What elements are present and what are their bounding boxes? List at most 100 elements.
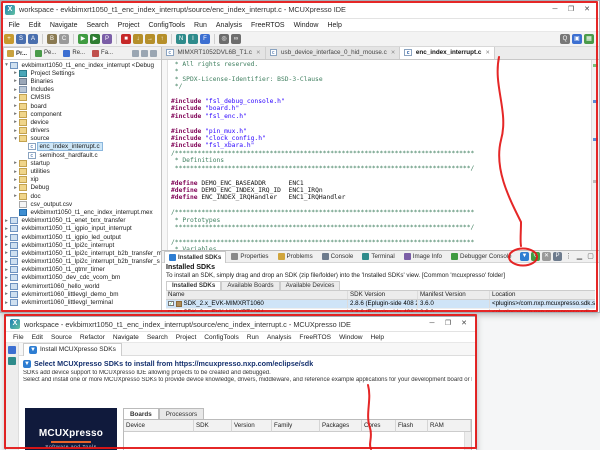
collapse-all-icon[interactable] bbox=[132, 49, 139, 57]
menu-analysis[interactable]: Analysis bbox=[211, 22, 246, 29]
collapsed-arrow-icon[interactable]: ▸ bbox=[12, 70, 19, 76]
collapsed-arrow-icon[interactable]: ▸ bbox=[12, 111, 19, 117]
collapsed-arrow-icon[interactable]: ▸ bbox=[3, 250, 10, 256]
menu-window[interactable]: Window bbox=[335, 334, 366, 341]
terminate-icon[interactable]: ■ bbox=[121, 34, 131, 44]
column-header-device[interactable]: Device bbox=[124, 420, 194, 432]
collapsed-arrow-icon[interactable]: ▸ bbox=[3, 300, 10, 306]
run-icon[interactable]: ▶ bbox=[90, 34, 100, 44]
view-menu-icon[interactable]: ⋮ bbox=[564, 252, 573, 261]
tree-item[interactable]: ▸ evkmimxrt1060_hello_world bbox=[1, 282, 161, 290]
collapsed-arrow-icon[interactable]: ▸ bbox=[12, 177, 19, 183]
column-header-packages[interactable]: Packages bbox=[320, 420, 362, 432]
minimize-button[interactable]: ─ bbox=[547, 3, 563, 17]
debug-icon[interactable]: ▶ bbox=[78, 34, 88, 44]
devices-table-body[interactable] bbox=[124, 432, 464, 450]
subtab-available-devices[interactable]: Available Devices bbox=[279, 280, 341, 290]
collapsed-arrow-icon[interactable]: ▸ bbox=[12, 119, 19, 125]
tab-installed-sdks[interactable]: Installed SDKs bbox=[164, 250, 227, 263]
menu-freertos[interactable]: FreeRTOS bbox=[246, 22, 289, 29]
collapsed-arrow-icon[interactable]: ▸ bbox=[12, 103, 19, 109]
menu-configtools[interactable]: ConfigTools bbox=[144, 22, 190, 29]
tree-item[interactable]: ▸ Binaries bbox=[1, 77, 161, 85]
sdk-checkbox[interactable]: ✓ bbox=[168, 309, 174, 312]
tab-mimxrt1052-file[interactable]: c MIMXRT1052DVL6B_T1.c ✕ bbox=[162, 47, 266, 59]
column-header-location[interactable]: Location bbox=[490, 291, 595, 299]
new-icon[interactable]: + bbox=[4, 34, 14, 44]
step-into-icon[interactable]: ↓ bbox=[133, 34, 143, 44]
tree-item[interactable]: ▸ board bbox=[1, 102, 161, 110]
sdk-row[interactable]: ✓ SDK_2.x_EVK-MIMXRT1064 2.8.6 (Eplugin-si… bbox=[166, 308, 595, 312]
menu-freertos[interactable]: FreeRTOS bbox=[295, 334, 335, 341]
collapsed-arrow-icon[interactable]: ▸ bbox=[12, 160, 19, 166]
install-sdk-icon[interactable]: ▼ bbox=[520, 252, 529, 261]
tree-item[interactable]: ▸ drivers bbox=[1, 127, 161, 135]
tab-terminal[interactable]: Terminal bbox=[358, 251, 398, 263]
column-header-sdk-version[interactable]: SDK Version bbox=[348, 290, 418, 299]
collapsed-arrow-icon[interactable]: ▸ bbox=[12, 95, 19, 101]
menu-navigate[interactable]: Navigate bbox=[109, 334, 143, 341]
maximize-button[interactable]: ❐ bbox=[563, 3, 579, 17]
tree-item[interactable]: evkbimxrt1050_t1_enc_index_interrupt.mex bbox=[1, 208, 161, 216]
tree-item[interactable]: ▸ Debug bbox=[1, 184, 161, 192]
tree-item[interactable]: ▾ source bbox=[1, 135, 161, 143]
titlebar[interactable]: X workspace - evkbimxrt1050_t1_enc_index… bbox=[1, 1, 599, 19]
save-icon[interactable]: S bbox=[16, 34, 26, 44]
minimize-button[interactable]: ─ bbox=[424, 317, 440, 331]
debug-perspective-icon[interactable]: ▦ bbox=[584, 34, 594, 44]
column-header-family[interactable]: Family bbox=[272, 420, 320, 432]
tree-item[interactable]: c enc_index_interrupt.c bbox=[1, 142, 161, 152]
tab-project-explorer[interactable]: Pr... bbox=[3, 47, 32, 59]
column-header-flash[interactable]: Flash bbox=[396, 420, 428, 432]
close-button[interactable]: ✕ bbox=[456, 317, 472, 331]
tree-item[interactable]: c semihost_hardfault.c bbox=[1, 151, 161, 159]
tree-item[interactable]: ▸ Project Settings bbox=[1, 69, 161, 77]
tree-item[interactable]: ▸ component bbox=[1, 110, 161, 118]
column-header-sdk[interactable]: SDK bbox=[194, 420, 232, 432]
expanded-arrow-icon[interactable]: ▾ bbox=[12, 136, 19, 142]
collapsed-arrow-icon[interactable]: ▸ bbox=[3, 259, 10, 265]
column-header-manifest-version[interactable]: Manifest Version bbox=[418, 290, 490, 299]
tab-faults[interactable]: Fa... bbox=[89, 47, 116, 59]
tab-registers[interactable]: Re... bbox=[60, 47, 88, 59]
collapsed-arrow-icon[interactable]: ▸ bbox=[12, 128, 19, 134]
collapsed-arrow-icon[interactable]: ▸ bbox=[12, 87, 19, 93]
overview-ruler[interactable] bbox=[591, 60, 599, 250]
tree-item[interactable]: ▸ evkbimxrt1050_t1_enet_txrx_transfer bbox=[1, 217, 161, 225]
close-tab-icon[interactable]: ✕ bbox=[391, 50, 396, 56]
installed-sdks-view-icon[interactable] bbox=[8, 357, 16, 365]
collapsed-arrow-icon[interactable]: ▸ bbox=[12, 78, 19, 84]
step-return-icon[interactable]: ↑ bbox=[157, 34, 167, 44]
menu-help[interactable]: Help bbox=[367, 334, 389, 341]
quick-access-icon[interactable]: Q bbox=[560, 34, 570, 44]
tab-console[interactable]: Console bbox=[318, 251, 358, 263]
tree-item[interactable]: ▸ evkmimxrt1060_littlevgl_terminal bbox=[1, 298, 161, 307]
clean-icon[interactable]: C bbox=[59, 34, 69, 44]
menu-file[interactable]: File bbox=[9, 334, 28, 341]
tab-debugger-console[interactable]: Debugger Console bbox=[447, 251, 516, 263]
menu-run[interactable]: Run bbox=[243, 334, 263, 341]
profile-icon[interactable]: P bbox=[102, 34, 112, 44]
pin-icon[interactable]: P bbox=[553, 252, 562, 261]
menu-search[interactable]: Search bbox=[143, 334, 172, 341]
column-header-ram[interactable]: RAM bbox=[428, 420, 471, 432]
tab-problems[interactable]: Problems bbox=[274, 251, 317, 263]
collapsed-arrow-icon[interactable]: ▸ bbox=[3, 283, 10, 289]
search-icon[interactable]: ◎ bbox=[219, 34, 229, 44]
tree-item[interactable]: ▸ xip bbox=[1, 176, 161, 184]
collapsed-arrow-icon[interactable]: ▸ bbox=[3, 291, 10, 297]
minimize-panel-icon[interactable]: ▁ bbox=[575, 252, 584, 261]
tab-properties[interactable]: Properties bbox=[227, 251, 272, 263]
tab-peripherals[interactable]: Pe... bbox=[32, 47, 59, 59]
clear-icon[interactable]: ✕ bbox=[542, 252, 551, 261]
collapsed-arrow-icon[interactable]: ▸ bbox=[12, 169, 19, 175]
menu-edit[interactable]: Edit bbox=[24, 22, 45, 29]
code-editor[interactable]: * All rights reserved. * * SPDX-License-… bbox=[162, 60, 599, 250]
tab-enc-index-file[interactable]: c enc_index_interrupt.c ✕ bbox=[400, 47, 495, 59]
tree-item[interactable]: ▸ evkmimxrt1060_littlevgl_demo_bm bbox=[1, 290, 161, 298]
menu-help[interactable]: Help bbox=[323, 22, 346, 29]
tree-item[interactable]: ▸ evkbimxrt1050_t1_lpi2c_interrupt_b2b_tr… bbox=[1, 258, 161, 266]
collapsed-arrow-icon[interactable]: ▸ bbox=[3, 267, 10, 273]
column-header-name[interactable]: Name bbox=[166, 290, 348, 299]
tree-item[interactable]: ▸ utilities bbox=[1, 167, 161, 176]
